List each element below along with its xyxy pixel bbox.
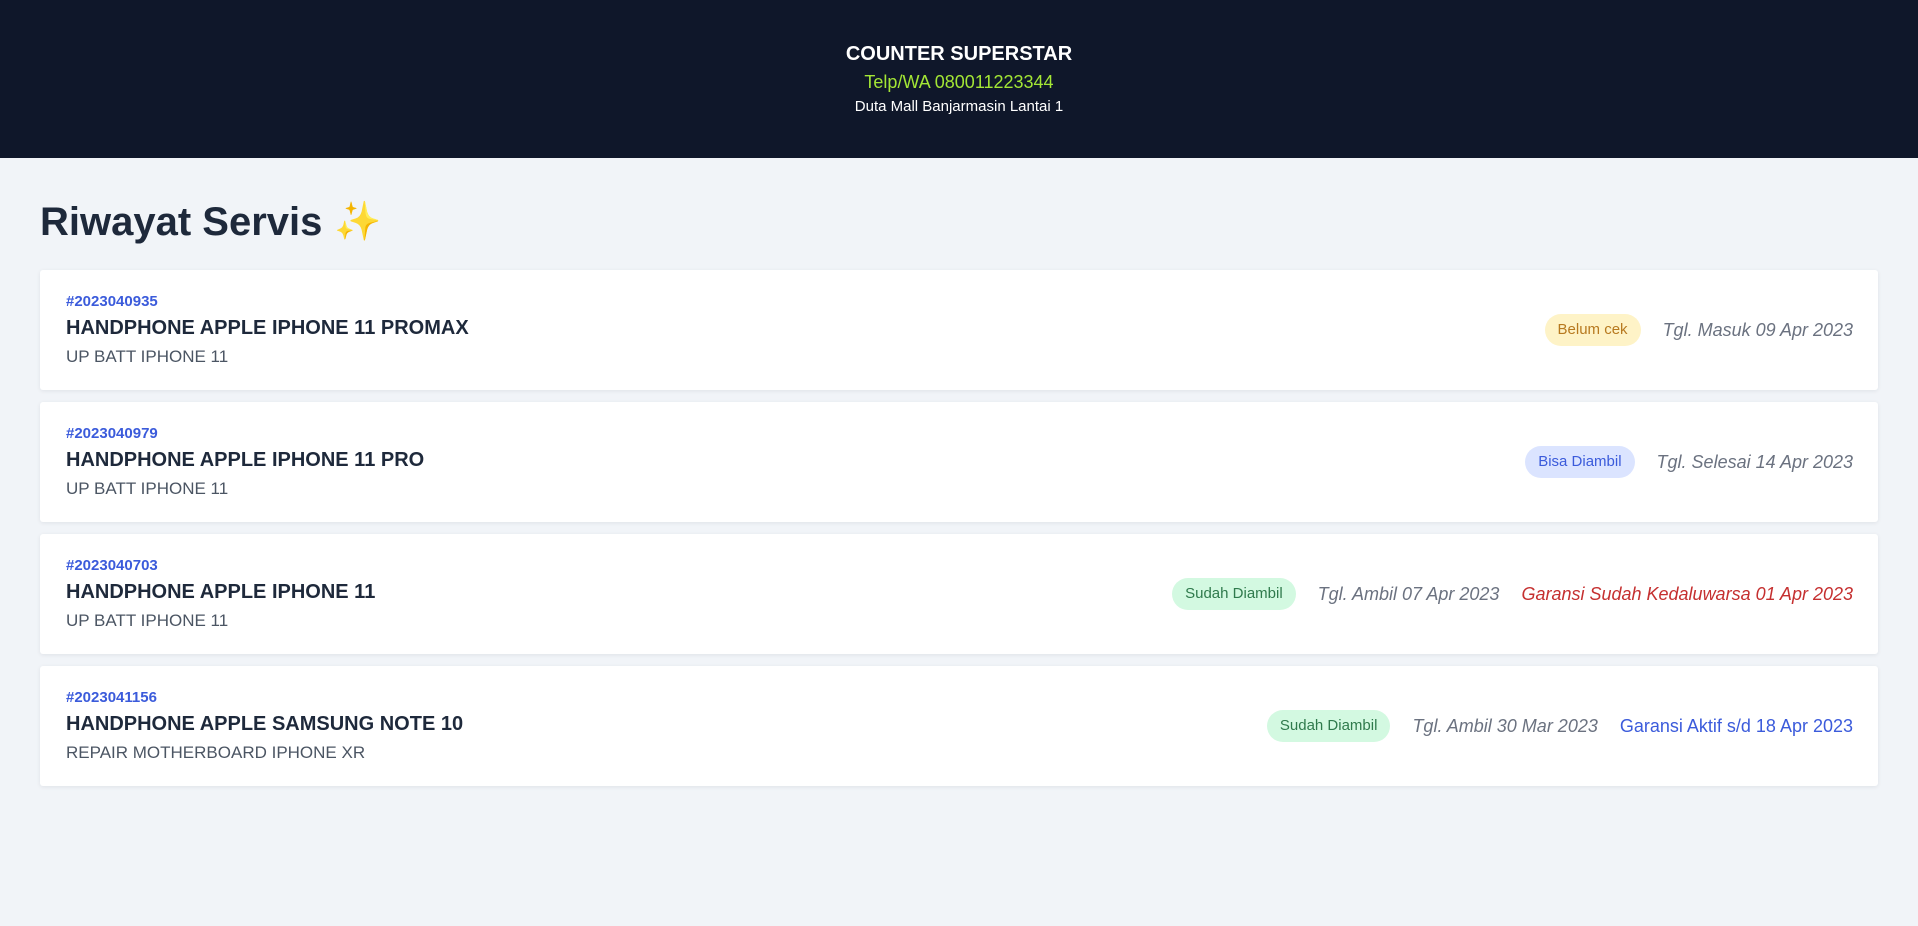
page-title-text: Riwayat Servis — [40, 199, 323, 244]
service-card[interactable]: #2023040703 HANDPHONE APPLE IPHONE 11 UP… — [40, 534, 1878, 654]
service-description: UP BATT IPHONE 11 — [66, 610, 229, 630]
page-title: Riwayat Servis ✨ — [40, 198, 1878, 246]
ticket-id[interactable]: #2023041156 — [66, 689, 463, 707]
service-card[interactable]: #2023040935 HANDPHONE APPLE IPHONE 11 PR… — [40, 270, 1878, 390]
device-name: HANDPHONE APPLE SAMSUNG NOTE 10 — [66, 712, 464, 735]
service-date: Tgl. Ambil 30 Mar 2023 — [1412, 715, 1598, 736]
service-card[interactable]: #2023040979 HANDPHONE APPLE IPHONE 11 PR… — [40, 402, 1878, 522]
device-name: HANDPHONE APPLE IPHONE 11 — [66, 580, 376, 603]
service-description: REPAIR MOTHERBOARD IPHONE XR — [66, 742, 366, 762]
sparkles-icon: ✨ — [334, 201, 382, 243]
service-description: UP BATT IPHONE 11 — [66, 346, 229, 366]
warranty-status: Garansi Sudah Kedaluwarsa 01 Apr 2023 — [1521, 583, 1853, 604]
warranty-status: Garansi Aktif s/d 18 Apr 2023 — [1619, 715, 1853, 736]
ticket-id[interactable]: #2023040935 — [66, 293, 469, 311]
service-description: UP BATT IPHONE 11 — [66, 478, 229, 498]
store-address: Duta Mall Banjarmasin Lantai 1 — [854, 98, 1064, 115]
ticket-id[interactable]: #2023040703 — [66, 557, 375, 575]
store-phone: Telp/WA 080011223344 — [864, 72, 1054, 92]
service-date: Tgl. Masuk 09 Apr 2023 — [1662, 319, 1853, 340]
status-badge: Belum cek — [1544, 314, 1641, 346]
main-content: Riwayat Servis ✨ #2023040935 HANDPHONE A… — [0, 158, 1918, 786]
service-card[interactable]: #2023041156 HANDPHONE APPLE SAMSUNG NOTE… — [40, 666, 1878, 786]
device-name: HANDPHONE APPLE IPHONE 11 PROMAX — [66, 316, 469, 339]
device-name: HANDPHONE APPLE IPHONE 11 PRO — [66, 448, 425, 471]
store-header: COUNTER SUPERSTAR Telp/WA 080011223344 D… — [0, 0, 1918, 158]
status-badge: Sudah Diambil — [1172, 578, 1296, 610]
status-badge: Bisa Diambil — [1525, 446, 1635, 478]
store-name: COUNTER SUPERSTAR — [845, 43, 1073, 65]
service-date: Tgl. Ambil 07 Apr 2023 — [1317, 583, 1500, 604]
service-list: #2023040935 HANDPHONE APPLE IPHONE 11 PR… — [40, 270, 1878, 786]
status-badge: Sudah Diambil — [1266, 710, 1391, 742]
service-date: Tgl. Selesai 14 Apr 2023 — [1656, 451, 1853, 472]
ticket-id[interactable]: #2023040979 — [66, 425, 424, 443]
